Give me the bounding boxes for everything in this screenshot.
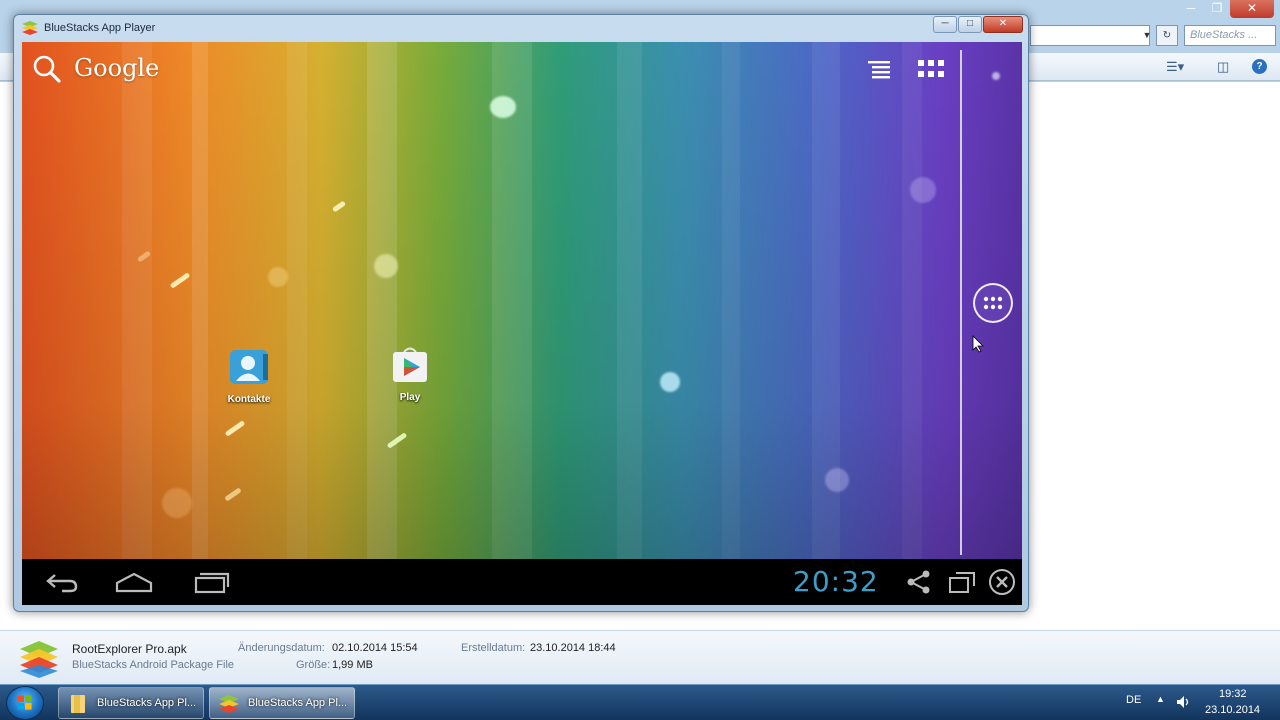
tray-date[interactable]: 23.10.2014: [1205, 704, 1260, 716]
explorer-window-buttons: ─ ❐ ✕: [1178, 0, 1274, 18]
address-dropdown-icon[interactable]: ▼: [1138, 25, 1156, 46]
sidebar-edge: [960, 50, 962, 555]
language-indicator[interactable]: DE: [1126, 694, 1141, 706]
show-hidden-icons-icon[interactable]: ▲: [1156, 694, 1165, 704]
apps-grid-icon[interactable]: [918, 60, 944, 78]
size-value: 1,99 MB: [332, 659, 373, 671]
folder-icon: [71, 695, 85, 713]
wallpaper: [22, 42, 1022, 559]
voice-search-icon[interactable]: [868, 60, 890, 80]
size-label: Größe:: [296, 659, 331, 671]
search-icon[interactable]: [32, 54, 62, 84]
android-clock: 20:32: [793, 565, 879, 598]
start-button[interactable]: [6, 686, 44, 720]
taskbar: BlueStacks App Pl... BlueStacks App Pl..…: [0, 684, 1280, 720]
maximize-button[interactable]: ❐: [1204, 0, 1230, 18]
refresh-icon[interactable]: ↻: [1156, 25, 1178, 46]
apk-file-icon: [20, 641, 58, 678]
back-icon[interactable]: [40, 569, 80, 595]
desktop-icon-contacts[interactable]: Kontakte: [214, 348, 284, 405]
window-title: BlueStacks App Player: [44, 22, 156, 34]
created-value: 23.10.2014 18:44: [530, 642, 616, 654]
minimize-button[interactable]: ─: [1178, 0, 1204, 18]
search-input[interactable]: BlueStacks ...: [1184, 25, 1276, 46]
created-label: Erstelldatum:: [461, 642, 526, 654]
share-icon[interactable]: [906, 570, 932, 594]
taskbar-button-bluestacks[interactable]: BlueStacks App Pl...: [209, 687, 355, 719]
window-switch-icon[interactable]: [948, 570, 976, 594]
bluestacks-icon: [22, 21, 38, 35]
desktop-icon-label: Kontakte: [227, 394, 271, 405]
close-app-icon[interactable]: [988, 568, 1016, 596]
taskbar-button-label: BlueStacks App Pl...: [97, 697, 197, 709]
apps-dots-icon: [983, 296, 1003, 310]
windows-logo-icon: [17, 695, 32, 710]
desktop-icon-label: Play: [399, 392, 421, 403]
close-button[interactable]: ✕: [1230, 0, 1274, 18]
modified-value: 02.10.2014 15:54: [332, 642, 418, 654]
home-icon[interactable]: [114, 569, 154, 595]
file-type: BlueStacks Android Package File: [72, 659, 235, 671]
mouse-cursor-icon: [972, 335, 984, 353]
side-apps-button[interactable]: [973, 283, 1013, 323]
view-options-icon[interactable]: ☰▾: [1166, 59, 1184, 75]
android-nav-bar: 20:32: [22, 559, 1022, 605]
play-store-icon: [393, 347, 427, 382]
bluestacks-window: BlueStacks App Player ─ □ ✕ Google Konta…: [13, 14, 1029, 612]
contacts-icon: [230, 350, 268, 384]
close-button[interactable]: ✕: [983, 16, 1023, 33]
android-screen[interactable]: Google Kontakte Play 20:32: [22, 42, 1022, 605]
desktop-icon-play[interactable]: Play: [375, 346, 445, 403]
volume-icon[interactable]: [1176, 695, 1190, 709]
preview-pane-icon[interactable]: ◫: [1217, 59, 1229, 75]
minimize-button[interactable]: ─: [933, 16, 957, 33]
file-name: RootExplorer Pro.apk: [72, 642, 187, 656]
modified-label: Änderungsdatum:: [238, 642, 325, 654]
tray-time[interactable]: 19:32: [1219, 688, 1247, 700]
taskbar-button-explorer[interactable]: BlueStacks App Pl...: [58, 687, 204, 719]
details-pane: RootExplorer Pro.apk BlueStacks Android …: [0, 630, 1280, 684]
bluestacks-window-buttons: ─ □ ✕: [933, 16, 1023, 33]
maximize-button[interactable]: □: [958, 16, 982, 33]
taskbar-button-label: BlueStacks App Pl...: [248, 697, 348, 709]
bluestacks-icon: [219, 695, 239, 713]
address-bar[interactable]: [1030, 25, 1150, 46]
help-icon[interactable]: ?: [1252, 59, 1267, 74]
recent-apps-icon[interactable]: [191, 569, 231, 595]
google-search-label[interactable]: Google: [74, 54, 159, 82]
